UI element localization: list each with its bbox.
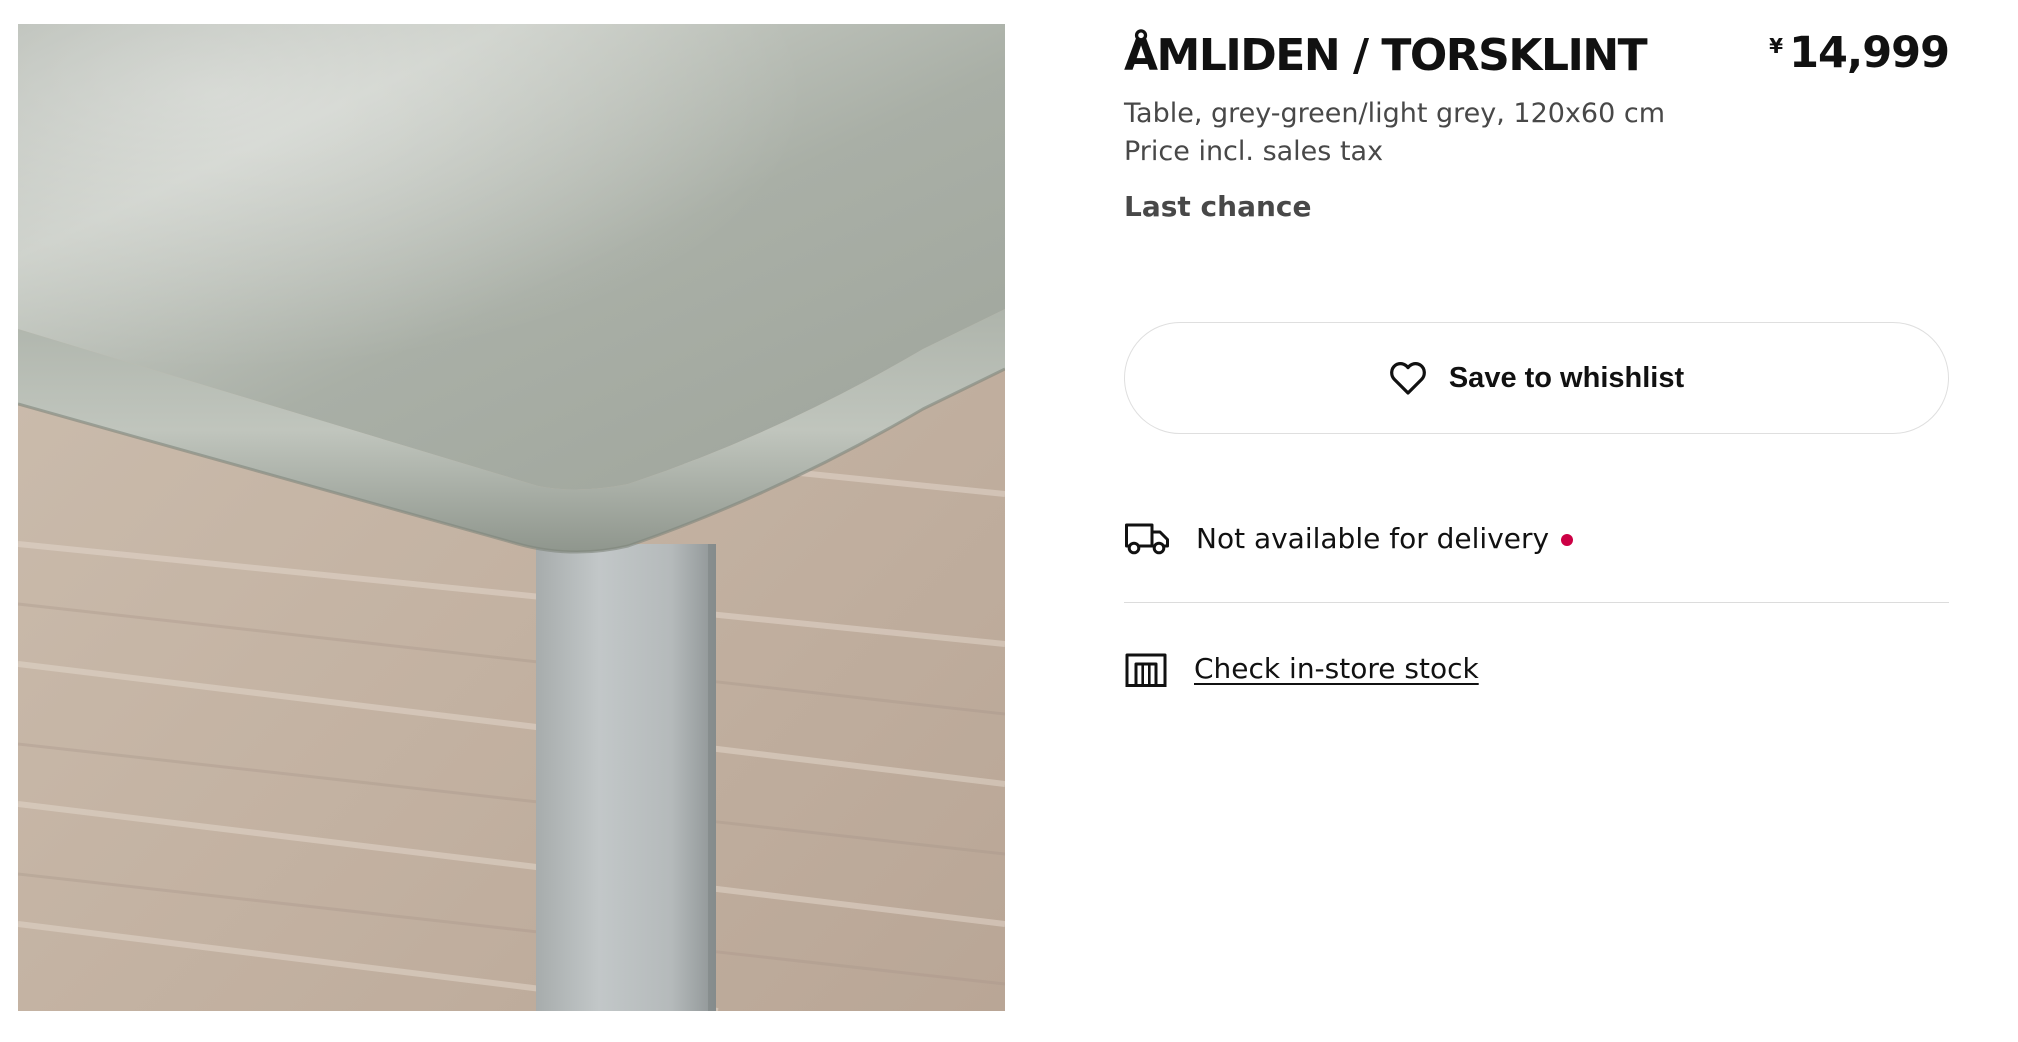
unavailable-status-dot [1561, 534, 1574, 546]
product-page: ÅMLIDEN / TORSKLINT ¥ 14,999 Table, grey… [0, 0, 2018, 1042]
product-info-panel: ÅMLIDEN / TORSKLINT ¥ 14,999 Table, grey… [1124, 0, 1950, 1042]
truck-icon [1124, 519, 1170, 557]
product-name: ÅMLIDEN / TORSKLINT [1124, 30, 1648, 81]
check-in-store-stock-link[interactable]: Check in-store stock [1194, 652, 1479, 685]
tax-note: Price incl. sales tax [1124, 136, 1384, 167]
last-chance-badge: Last chance [1124, 190, 1312, 223]
product-description: Table, grey-green/light grey, 120x60 cm [1124, 98, 1665, 129]
price-amount: 14,999 [1789, 28, 1950, 78]
currency-symbol: ¥ [1769, 34, 1784, 58]
heart-icon [1389, 360, 1427, 396]
wishlist-button-label: Save to whishlist [1448, 361, 1685, 394]
delivery-status-text: Not available for delivery [1196, 521, 1550, 555]
product-image[interactable] [18, 24, 1005, 1011]
in-store-stock-row: Check in-store stock [1124, 640, 1479, 696]
table-corner-photo [18, 24, 1005, 1011]
product-price: ¥ 14,999 [1769, 28, 1950, 78]
section-divider [1124, 602, 1949, 603]
delivery-availability: Not available for delivery [1124, 510, 1574, 566]
store-icon [1124, 648, 1168, 688]
save-to-wishlist-button[interactable]: Save to whishlist [1124, 322, 1949, 434]
